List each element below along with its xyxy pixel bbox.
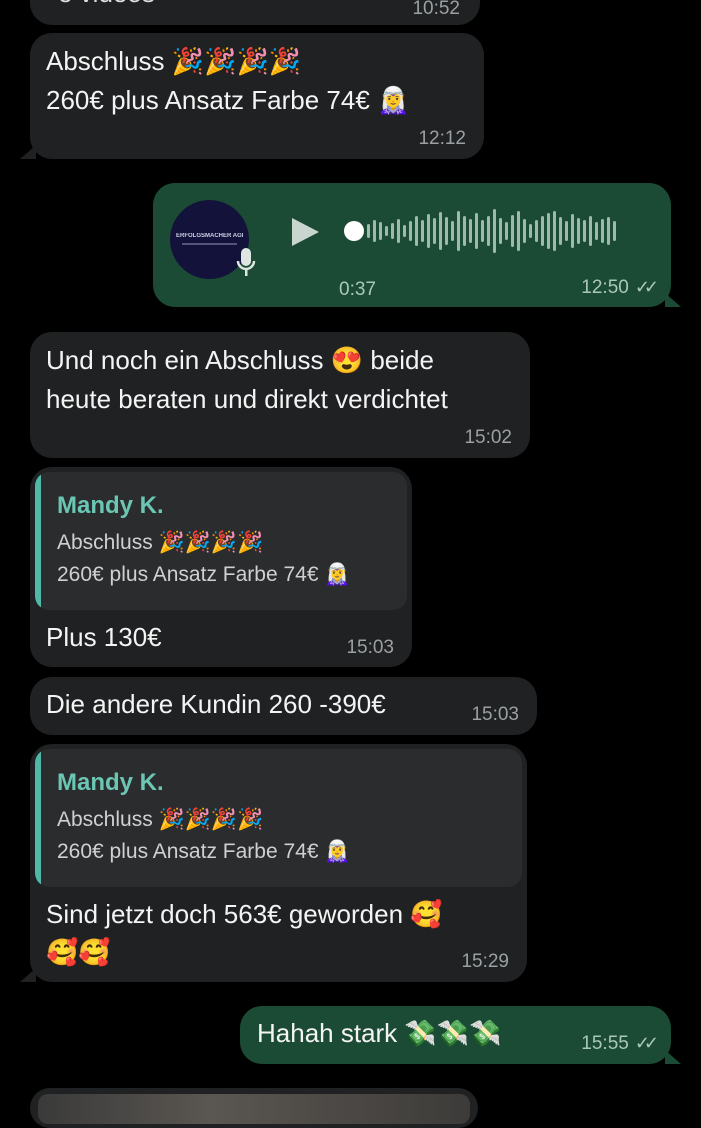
message-text: Hahah stark 💸💸💸 bbox=[257, 1018, 502, 1048]
read-receipt-icon: ✓✓ bbox=[634, 1033, 659, 1053]
message-time-text: 12:50 bbox=[581, 277, 629, 298]
message-bubble-partial[interactable]: e videos 10:52 bbox=[30, 0, 480, 25]
waveform-bar bbox=[559, 217, 562, 245]
read-receipt-icon: ✓✓ bbox=[634, 277, 659, 297]
image-thumbnail[interactable] bbox=[38, 1094, 470, 1124]
waveform-bar bbox=[433, 218, 436, 244]
waveform-bar bbox=[409, 221, 412, 241]
waveform-bar bbox=[397, 219, 400, 243]
waveform-bar bbox=[565, 221, 568, 241]
waveform-bar bbox=[529, 224, 532, 238]
waveform-bar bbox=[379, 222, 382, 240]
microphone-icon bbox=[235, 247, 257, 279]
waveform-bar bbox=[553, 211, 556, 251]
waveform-bar bbox=[469, 219, 472, 243]
waveform-bar bbox=[505, 222, 508, 240]
waveform-bar bbox=[589, 216, 592, 246]
waveform-bar bbox=[487, 216, 490, 246]
waveform-bar bbox=[583, 220, 586, 242]
quoted-text-line: 260€ plus Ansatz Farbe 74€ 🧝‍♀️ bbox=[57, 840, 351, 863]
waveform-bar bbox=[367, 224, 370, 238]
quote-accent-bar bbox=[35, 472, 41, 610]
waveform-bar bbox=[613, 221, 616, 241]
waveform-bar bbox=[535, 220, 538, 242]
waveform-bar bbox=[571, 214, 574, 248]
message-bubble[interactable]: Und noch ein Abschluss 😍 beide heute ber… bbox=[30, 332, 530, 458]
message-time: 15:03 bbox=[471, 704, 519, 725]
message-time: 12:12 bbox=[418, 128, 466, 149]
waveform-bar bbox=[427, 214, 430, 248]
message-text: Plus 130€ bbox=[46, 622, 162, 652]
waveform-bar bbox=[493, 209, 496, 253]
waveform-bar bbox=[541, 216, 544, 246]
playback-slider-knob[interactable] bbox=[344, 221, 364, 241]
avatar-logo-text: ERFOLGSMACHER AGENCY bbox=[176, 233, 243, 239]
message-text-line: heute beraten und direkt verdichtet bbox=[46, 384, 448, 414]
message-bubble-partial[interactable] bbox=[30, 1088, 478, 1128]
message-bubble[interactable]: Die andere Kundin 260 -390€ 15:03 bbox=[30, 677, 537, 735]
reply-message-bubble[interactable]: Mandy K. Abschluss 🎉🎉🎉🎉 260€ plus Ansatz… bbox=[20, 744, 527, 982]
quote-accent-bar bbox=[35, 749, 41, 887]
message-bubble[interactable]: Abschluss 🎉🎉🎉🎉 260€ plus Ansatz Farbe 74… bbox=[20, 33, 484, 159]
waveform-bar bbox=[415, 216, 418, 246]
waveform-bar bbox=[445, 217, 448, 245]
waveform-bar bbox=[439, 212, 442, 250]
waveform-bar bbox=[463, 216, 466, 246]
voice-message-bubble[interactable]: ERFOLGSMACHER AGENCY 0:37 12:50✓✓ bbox=[153, 183, 681, 307]
message-text-line: Sind jetzt doch 563€ geworden 🥰 bbox=[46, 899, 443, 929]
waveform-bar bbox=[391, 223, 394, 239]
message-time-text: 15:55 bbox=[581, 1033, 629, 1054]
message-text-line: Abschluss 🎉🎉🎉🎉 bbox=[46, 46, 302, 76]
waveform-bar bbox=[523, 219, 526, 243]
waveform-bar bbox=[517, 211, 520, 251]
quoted-author: Mandy K. bbox=[57, 492, 164, 519]
waveform-bar bbox=[451, 221, 454, 241]
quoted-message[interactable]: Mandy K. Abschluss 🎉🎉🎉🎉 260€ plus Ansatz… bbox=[35, 472, 407, 610]
quoted-message[interactable]: Mandy K. Abschluss 🎉🎉🎉🎉 260€ plus Ansatz… bbox=[35, 749, 522, 887]
message-text: e videos bbox=[58, 0, 155, 12]
waveform-bar bbox=[421, 220, 424, 242]
message-time: 12:50 ✓✓ bbox=[581, 277, 659, 299]
waveform-bar bbox=[481, 220, 484, 242]
message-time: 10:52 bbox=[412, 0, 460, 19]
waveform-bar bbox=[607, 217, 610, 245]
waveform-bar bbox=[403, 225, 406, 237]
quoted-text-line: 260€ plus Ansatz Farbe 74€ 🧝‍♀️ bbox=[57, 563, 351, 586]
waveform-bar bbox=[595, 222, 598, 240]
message-text-line: Und noch ein Abschluss 😍 beide bbox=[46, 345, 434, 375]
waveform-bar bbox=[499, 218, 502, 244]
message-bubble[interactable]: Hahah stark 💸💸💸 15:55 ✓✓ bbox=[240, 1006, 681, 1064]
quoted-text-line: Abschluss 🎉🎉🎉🎉 bbox=[57, 808, 264, 831]
reply-message-bubble[interactable]: Mandy K. Abschluss 🎉🎉🎉🎉 260€ plus Ansatz… bbox=[30, 467, 412, 667]
audio-waveform[interactable] bbox=[367, 208, 616, 254]
play-button[interactable] bbox=[289, 216, 321, 248]
quoted-author: Mandy K. bbox=[57, 769, 164, 796]
waveform-bar bbox=[601, 219, 604, 243]
message-text: Die andere Kundin 260 -390€ bbox=[46, 689, 386, 719]
waveform-bar bbox=[475, 213, 478, 249]
waveform-bar bbox=[511, 215, 514, 247]
waveform-bar bbox=[547, 213, 550, 249]
message-time: 15:55 ✓✓ bbox=[581, 1033, 659, 1055]
message-text-line: 🥰🥰 bbox=[46, 937, 111, 967]
waveform-bar bbox=[373, 220, 376, 242]
message-time: 15:02 bbox=[464, 427, 512, 448]
waveform-bar bbox=[385, 226, 388, 236]
avatar-logo-subline bbox=[182, 243, 237, 245]
waveform-bar bbox=[577, 218, 580, 244]
quoted-text-line: Abschluss 🎉🎉🎉🎉 bbox=[57, 531, 264, 554]
message-time: 15:29 bbox=[461, 951, 509, 972]
voice-duration: 0:37 bbox=[339, 279, 376, 300]
message-time: 15:03 bbox=[346, 637, 394, 658]
waveform-bar bbox=[457, 211, 460, 251]
message-text-line: 260€ plus Ansatz Farbe 74€ 🧝‍♀️ bbox=[46, 85, 410, 115]
